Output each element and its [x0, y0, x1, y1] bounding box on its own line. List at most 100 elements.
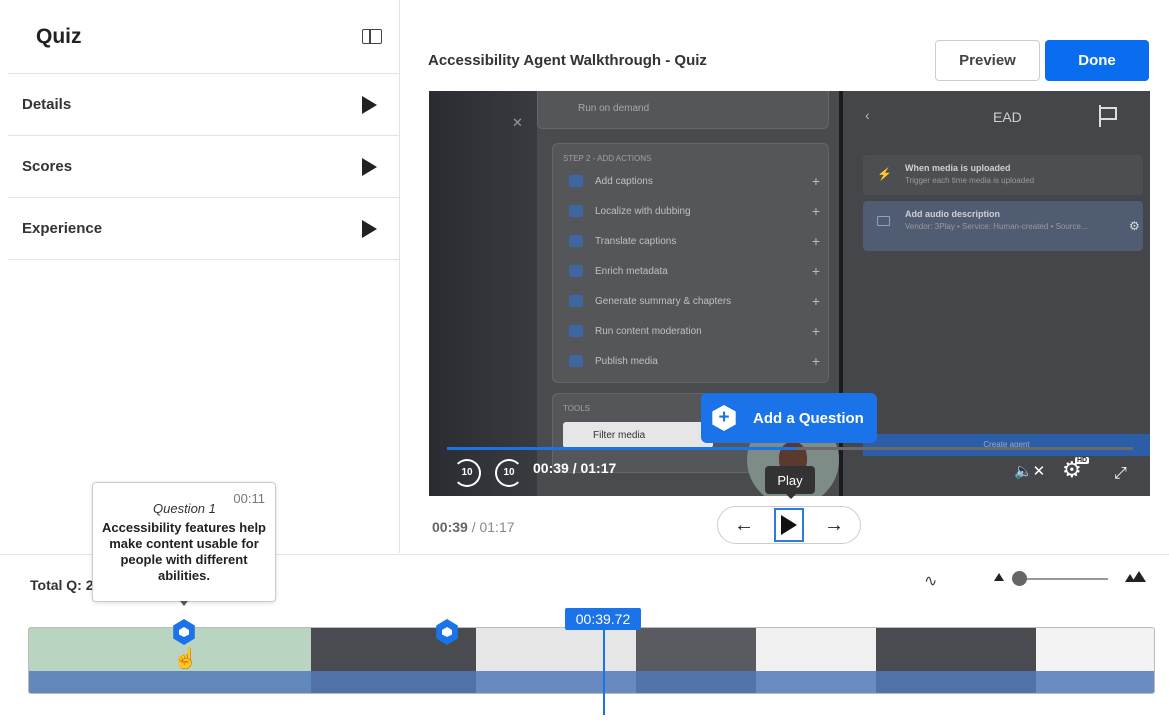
- sidebar-item-scores[interactable]: Scores: [8, 136, 399, 198]
- plus-icon: +: [811, 263, 820, 279]
- video-action-label: Generate summary & chapters: [595, 295, 732, 307]
- zoom-slider-handle[interactable]: [1012, 571, 1027, 586]
- expand-arrow-icon: [362, 95, 377, 114]
- video-title: Accessibility Agent Walkthrough - Quiz: [428, 52, 707, 69]
- sidebar-title: Quiz: [36, 24, 82, 48]
- quiz-sidebar: Quiz Details Scores Experience: [8, 0, 400, 553]
- zoom-slider[interactable]: [1013, 578, 1108, 580]
- video-progress-bar[interactable]: [447, 447, 1133, 450]
- playback-time: 00:39 / 01:17: [432, 519, 515, 535]
- plus-icon: +: [811, 233, 820, 249]
- moderation-icon: [569, 325, 583, 337]
- video-right-panel: ‹ EAD ⚡ When media is uploaded Trigger e…: [843, 91, 1150, 496]
- playhead-time: 00:39.72: [565, 608, 641, 630]
- time-separator: /: [467, 519, 480, 535]
- video-tools-label: TOOLS: [563, 404, 590, 413]
- sidebar-header: Quiz: [8, 0, 399, 74]
- video-action-label: Run content moderation: [595, 325, 702, 337]
- playhead[interactable]: [603, 630, 605, 715]
- zoom-out-icon[interactable]: [994, 573, 1004, 581]
- total-time: 01:17: [479, 519, 515, 535]
- question-popover[interactable]: 00:11 Question 1 Accessibility features …: [92, 482, 276, 602]
- video-action-row: Enrich metadata +: [553, 256, 830, 286]
- video-current-time: 00:39: [533, 460, 569, 476]
- trigger-card: ⚡ When media is uploaded Trigger each ti…: [863, 155, 1143, 195]
- mute-icon[interactable]: 🔈✕: [1014, 462, 1045, 480]
- gear-icon: ⚙: [1129, 219, 1140, 233]
- popover-pointer: [180, 601, 188, 606]
- trigger-title: When media is uploaded: [905, 163, 1011, 173]
- arrow-left-icon[interactable]: ←: [734, 514, 754, 537]
- document-icon: [877, 216, 890, 226]
- video-action-row: Generate summary & chapters +: [553, 286, 830, 316]
- video-action-row: Localize with dubbing +: [553, 196, 830, 226]
- plus-icon: +: [811, 203, 820, 219]
- total-questions: Total Q: 2: [30, 577, 94, 593]
- video-progress-fill: [447, 447, 797, 450]
- preview-button[interactable]: Preview: [935, 40, 1040, 81]
- hand-cursor-icon: ☝: [173, 648, 198, 670]
- action-card: Add audio description Vendor: 3Play • Se…: [863, 201, 1143, 251]
- video-actions-card: STEP 2 - ADD ACTIONS Add captions + Local…: [552, 143, 829, 383]
- add-question-label: Add a Question: [753, 409, 864, 427]
- plus-icon: +: [811, 173, 820, 189]
- plus-icon: +: [811, 293, 820, 309]
- zoom-in-icon[interactable]: [1125, 571, 1147, 583]
- sparkle-icon: [569, 265, 583, 277]
- sidebar-item-experience[interactable]: Experience: [8, 198, 399, 260]
- video-action-row: Translate captions +: [553, 226, 830, 256]
- captions-icon: [569, 175, 583, 187]
- create-agent-bar: Create agent: [863, 434, 1150, 456]
- globe-icon: [569, 355, 583, 367]
- video-menu-card: Run on demand: [537, 91, 829, 129]
- chevron-left-icon: ‹: [865, 107, 870, 123]
- rewind-10-button[interactable]: 10: [453, 459, 481, 487]
- fullscreen-icon[interactable]: ⤢: [1114, 465, 1127, 483]
- play-tooltip: Play: [765, 466, 815, 499]
- video-action-label: Localize with dubbing: [595, 205, 691, 217]
- summary-icon: [569, 295, 583, 307]
- sidebar-item-label: Experience: [22, 220, 103, 237]
- question-time: 00:11: [233, 491, 265, 506]
- video-duration: 01:17: [580, 460, 617, 476]
- video-filter-label: Filter media: [563, 422, 713, 448]
- plus-icon: +: [811, 323, 820, 339]
- play-icon: [781, 515, 797, 535]
- video-step-label: STEP 2 - ADD ACTIONS: [563, 154, 652, 163]
- flag-icon: [1099, 105, 1119, 127]
- video-right-title: EAD: [993, 109, 1022, 125]
- hd-badge: HD: [1075, 457, 1090, 464]
- action-subtitle: Vendor: 3Play • Service: Human-created •…: [905, 222, 1088, 231]
- dubbing-icon: [569, 205, 583, 217]
- done-button[interactable]: Done: [1045, 40, 1149, 81]
- sidebar-item-details[interactable]: Details: [8, 74, 399, 136]
- video-player[interactable]: ✕ Run on demand STEP 2 - ADD ACTIONS Add…: [429, 91, 1150, 496]
- video-action-label: Add captions: [595, 175, 653, 187]
- question-text: Accessibility features help make content…: [101, 520, 266, 583]
- current-time: 00:39: [432, 519, 468, 535]
- audio-waveform: [29, 671, 1154, 693]
- video-time: 00:39 / 01:17: [533, 460, 617, 476]
- sidebar-item-label: Details: [22, 96, 72, 113]
- panel-toggle-icon[interactable]: [362, 29, 382, 44]
- add-question-button[interactable]: + Add a Question: [701, 393, 877, 443]
- play-button[interactable]: [774, 508, 804, 542]
- forward-10-button[interactable]: 10: [495, 459, 523, 487]
- playback-nav: ← →: [717, 506, 861, 544]
- video-action-label: Enrich metadata: [595, 265, 668, 277]
- action-title: Add audio description: [905, 209, 1001, 219]
- translate-icon: [569, 235, 583, 247]
- question-number: Question 1: [153, 501, 216, 516]
- trigger-subtitle: Trigger each time media is uploaded: [905, 176, 1035, 185]
- bolt-icon: ⚡: [877, 167, 892, 181]
- video-action-row: Publish media +: [553, 346, 830, 376]
- video-action-row: Add captions +: [553, 166, 830, 196]
- plus-icon: +: [712, 405, 736, 431]
- close-icon: ✕: [512, 115, 523, 130]
- waveform-icon[interactable]: ∿: [924, 571, 937, 591]
- video-action-label: Publish media: [595, 355, 658, 367]
- plus-icon: +: [811, 353, 820, 369]
- expand-arrow-icon: [362, 219, 377, 238]
- video-action-row: Run content moderation +: [553, 316, 830, 346]
- arrow-right-icon[interactable]: →: [824, 514, 844, 537]
